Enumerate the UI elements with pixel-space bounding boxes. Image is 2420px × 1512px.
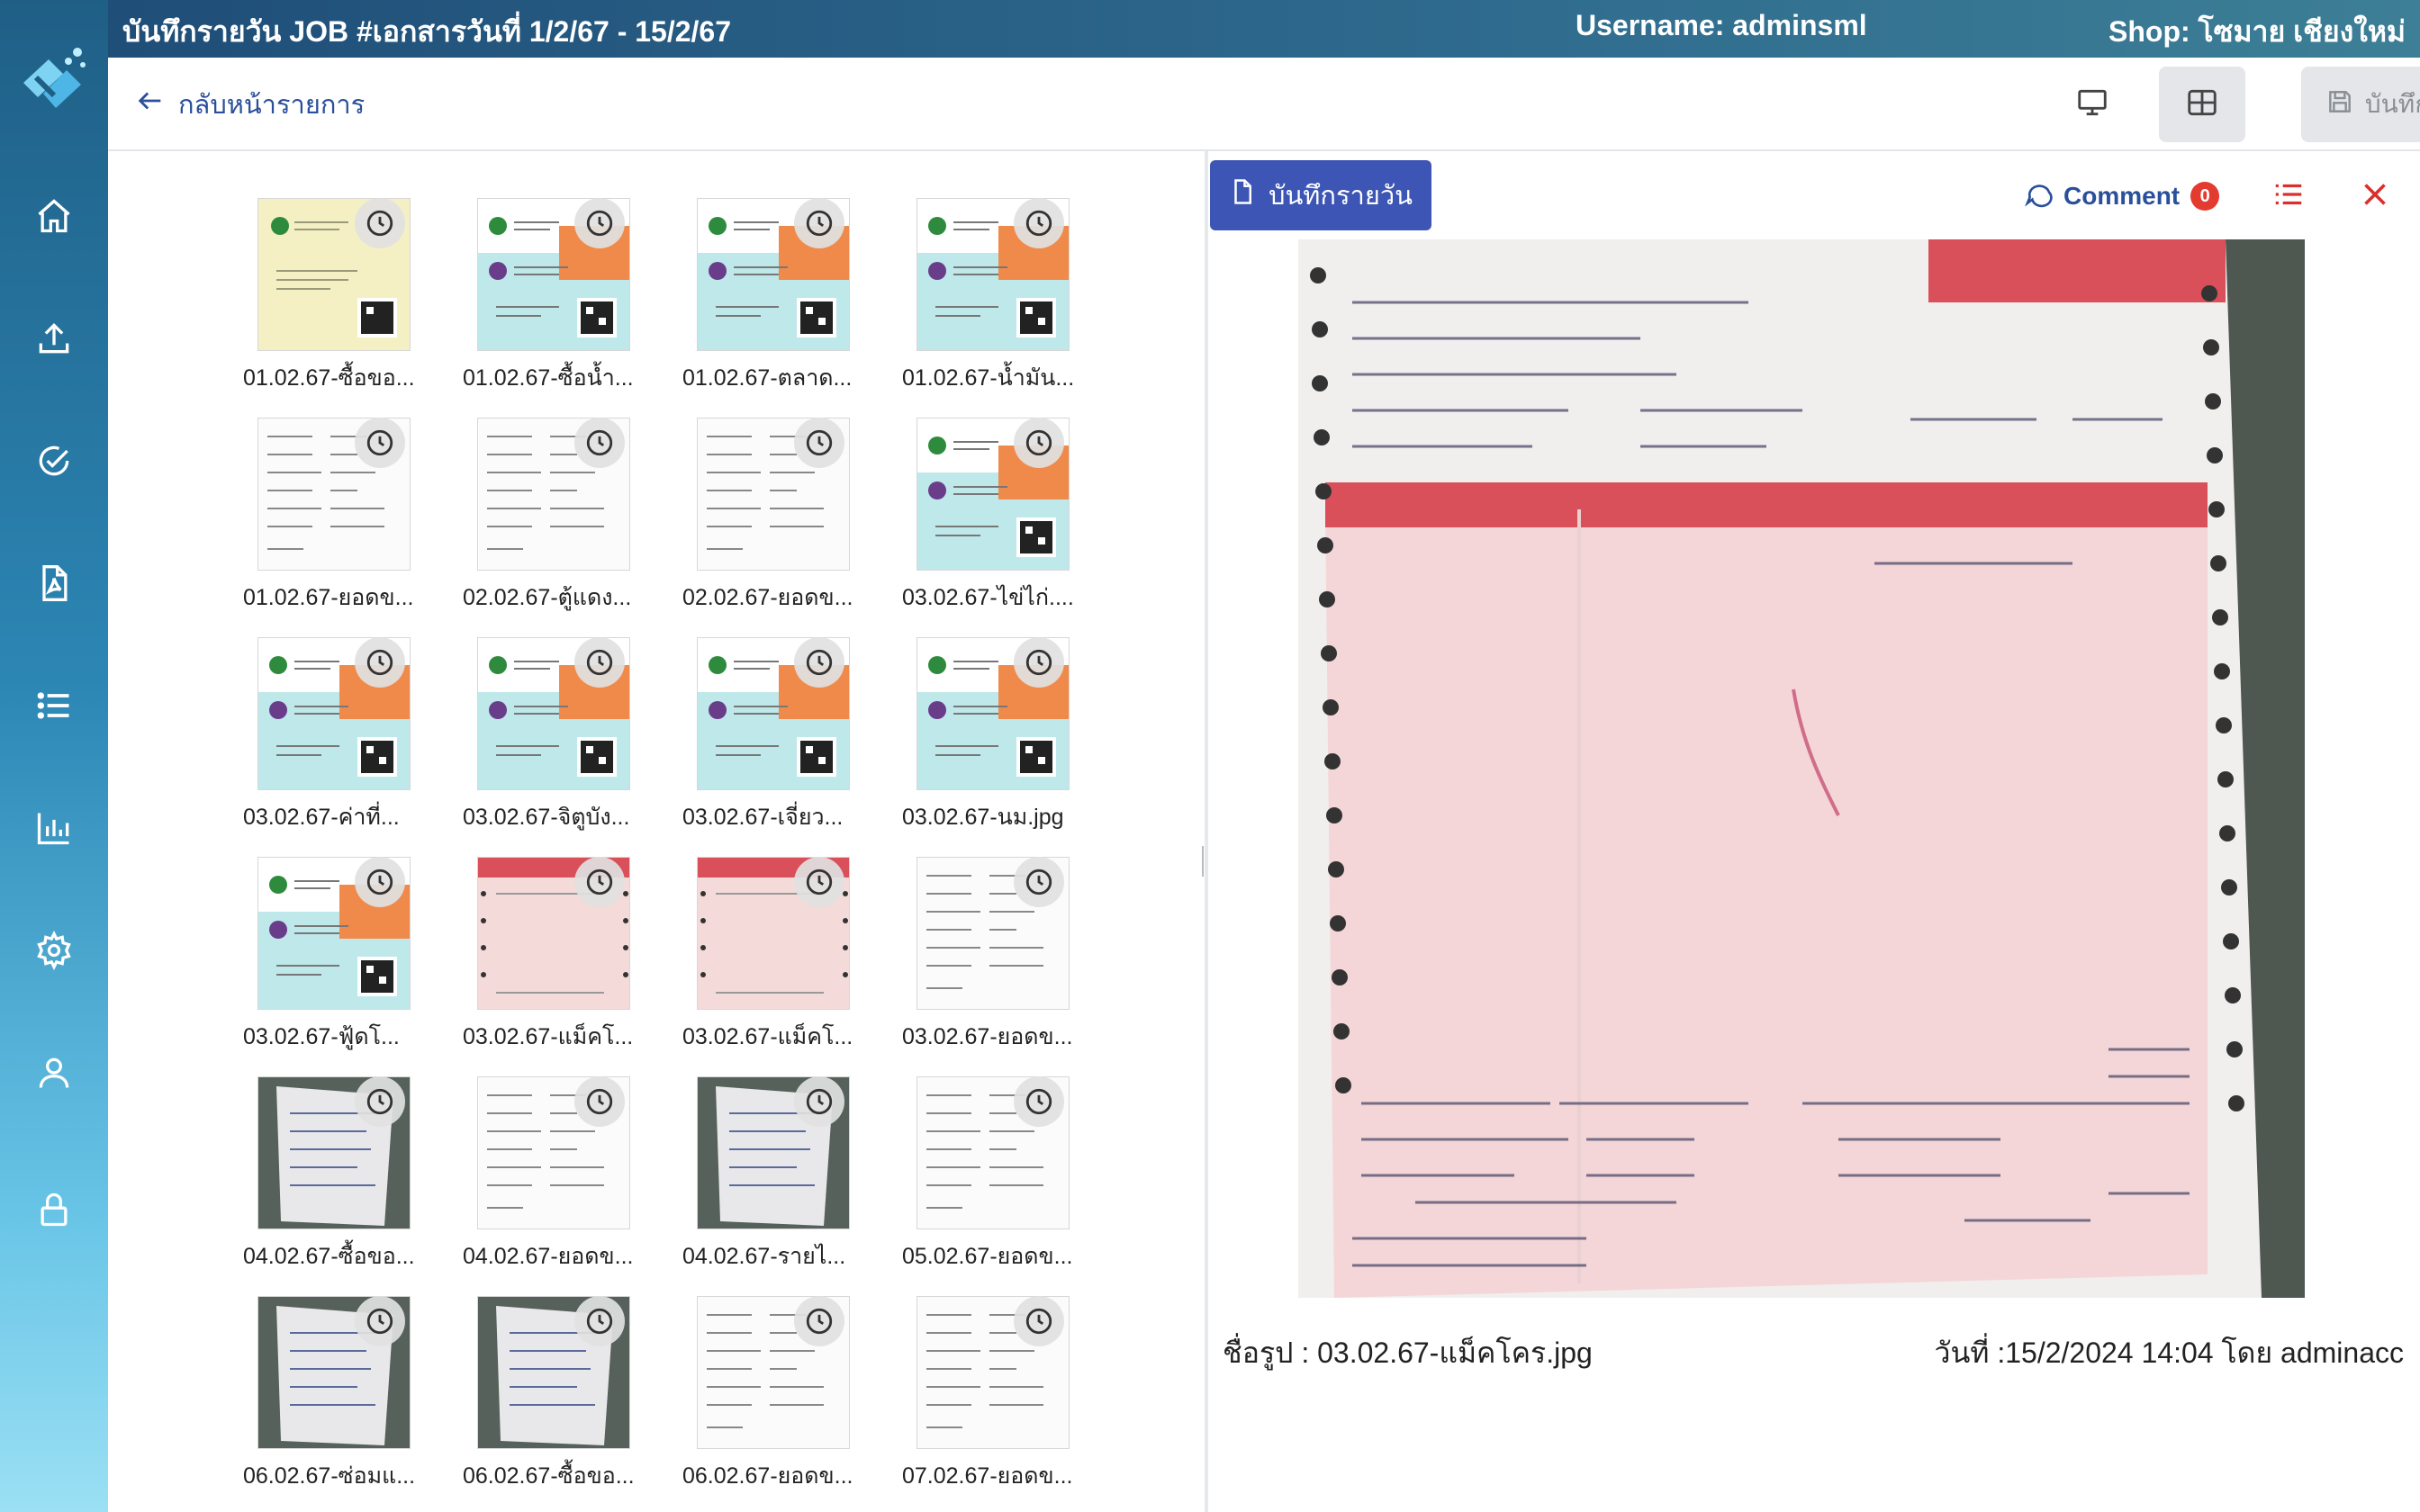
clock-icon[interactable] (355, 418, 405, 468)
home-icon[interactable] (27, 189, 81, 243)
clock-icon[interactable] (574, 637, 625, 688)
grid-icon (2185, 86, 2219, 123)
file-caption: 06.02.67-ซ่อมแ... (243, 1463, 416, 1489)
file-thumbnail[interactable]: 03.02.67-จิตูบัง... (452, 590, 650, 830)
receipt-image (1298, 239, 2305, 1298)
close-button[interactable] (2355, 176, 2395, 216)
clock-icon[interactable] (574, 1296, 625, 1346)
comment-button[interactable]: Comment 0 (2024, 176, 2220, 216)
username-label: Username: adminsml (1576, 9, 1867, 41)
clock-icon[interactable] (794, 857, 844, 907)
grid-view-button[interactable] (2159, 67, 2245, 142)
file-thumbnail[interactable]: 06.02.67-ซื้อขอ... (452, 1249, 650, 1489)
file-thumbnail[interactable]: 04.02.67-ยอดข... (452, 1030, 650, 1269)
comment-label: Comment (2063, 182, 2181, 210)
clock-icon[interactable] (355, 198, 405, 248)
close-icon (2359, 178, 2391, 214)
file-thumbnail[interactable]: 06.02.67-ซ่อมแ... (232, 1249, 430, 1489)
clock-icon[interactable] (355, 1296, 405, 1346)
back-label: กลับหน้ารายการ (178, 91, 366, 120)
clock-icon[interactable] (794, 637, 844, 688)
sidebar (0, 0, 108, 1512)
clock-icon[interactable] (355, 1076, 405, 1127)
file-thumbnail[interactable]: 03.02.67-ค่าที่... (232, 590, 430, 830)
clock-icon[interactable] (1014, 1076, 1064, 1127)
monitor-icon (2075, 86, 2109, 123)
clock-icon[interactable] (1014, 857, 1064, 907)
bar-chart-icon[interactable] (27, 801, 81, 855)
file-caption: 07.02.67-ยอดข... (902, 1463, 1073, 1489)
chat-icon (2024, 179, 2053, 214)
file-thumbnail[interactable]: 02.02.67-ตู้แดง... (452, 371, 650, 610)
desktop-view-button[interactable] (2051, 67, 2134, 142)
file-thumbnail[interactable]: 01.02.67-ซื้อขอ... (232, 151, 430, 391)
file-caption: 06.02.67-ซื้อขอ... (463, 1463, 635, 1489)
clock-icon[interactable] (1014, 418, 1064, 468)
file-grid: 01.02.67-ซื้อขอ... 01.02.67-ซื้อน้ำ... 01.… (108, 151, 1205, 1512)
clock-icon[interactable] (1014, 637, 1064, 688)
save-icon (2325, 87, 2354, 122)
clock-icon[interactable] (355, 857, 405, 907)
check-circle-icon[interactable] (27, 434, 81, 488)
back-link[interactable]: กลับหน้ารายการ (135, 81, 365, 128)
clock-icon[interactable] (1014, 198, 1064, 248)
clock-icon[interactable] (1014, 1296, 1064, 1346)
image-timestamp: วันที่ :15/2/2024 14:04 โดย adminacc (1934, 1336, 2405, 1369)
file-thumbnail[interactable]: 03.02.67-ฟู้ดโ... (232, 810, 430, 1049)
shop-label: Shop: โซมาย เชียงใหม่ (2108, 15, 2406, 48)
file-thumbnail[interactable]: 01.02.67-ซื้อน้ำ... (452, 151, 650, 391)
file-thumbnail[interactable]: 07.02.67-ยอดข... (891, 1249, 1089, 1489)
header-bar: บันทึกรายวัน JOB #เอกสารวันที่ 1/2/67 - … (108, 0, 2420, 58)
lock-icon[interactable] (27, 1183, 81, 1237)
comment-count-badge: 0 (2190, 182, 2220, 211)
file-thumbnail[interactable]: 03.02.67-ยอดข... (891, 810, 1089, 1049)
file-thumbnail[interactable]: 01.02.67-น้ำมัน... (891, 151, 1089, 391)
save-button[interactable]: บันทึก (2301, 67, 2420, 142)
toolbar: กลับหน้ารายการ บันทึก (108, 58, 2420, 151)
file-thumbnail[interactable]: 03.02.67-แม็คโ... (452, 810, 650, 1049)
clock-icon[interactable] (794, 1296, 844, 1346)
file-thumbnail[interactable]: 05.02.67-ยอดข... (891, 1030, 1089, 1269)
save-label: บันทึก (2364, 90, 2420, 118)
file-thumbnail[interactable]: 06.02.67-ยอดข... (672, 1249, 870, 1489)
clock-icon[interactable] (355, 637, 405, 688)
file-thumbnail[interactable]: 03.02.67-ไข่ไก่.... (891, 371, 1089, 610)
preview-panel: บันทึกรายวัน Comment 0 ชื่อรูป: 03.02.6… (1208, 151, 2420, 1512)
file-thumbnail[interactable]: 03.02.67-แม็คโ... (672, 810, 870, 1049)
user-icon[interactable] (27, 1046, 81, 1100)
document-icon (1229, 178, 1256, 212)
clock-icon[interactable] (574, 1076, 625, 1127)
clock-icon[interactable] (794, 1076, 844, 1127)
arrow-left-icon (135, 86, 166, 123)
file-thumbnail[interactable]: 01.02.67-ตลาด... (672, 151, 870, 391)
file-caption: 06.02.67-ยอดข... (682, 1463, 853, 1489)
gear-icon[interactable] (27, 923, 81, 977)
clock-icon[interactable] (794, 418, 844, 468)
file-thumbnail[interactable]: 03.02.67-เจี่ยว... (672, 590, 870, 830)
file-thumbnail[interactable]: 02.02.67-ยอดข... (672, 371, 870, 610)
list-icon[interactable] (27, 679, 81, 733)
clock-icon[interactable] (574, 857, 625, 907)
daily-record-label: บันทึกรายวัน (1269, 182, 1413, 211)
clock-icon[interactable] (794, 198, 844, 248)
file-thumbnail[interactable]: 03.02.67-นม.jpg (891, 590, 1089, 830)
clock-icon[interactable] (574, 198, 625, 248)
menu-list-button[interactable] (2269, 176, 2308, 216)
list-icon (2271, 177, 2306, 215)
file-thumbnail[interactable]: 04.02.67-ซื้อขอ... (232, 1030, 430, 1269)
file-thumbnail[interactable]: 01.02.67-ยอดข... (232, 371, 430, 610)
app-logo[interactable] (16, 40, 92, 121)
pdf-file-icon[interactable] (27, 556, 81, 610)
page-title: บันทึกรายวัน JOB #เอกสารวันที่ 1/2/67 - … (122, 15, 731, 48)
image-filename: ชื่อรูป : 03.02.67-แม็คโคร.jpg (1223, 1336, 1593, 1369)
clock-icon[interactable] (574, 418, 625, 468)
daily-record-button[interactable]: บันทึกรายวัน (1210, 160, 1431, 230)
file-thumbnail[interactable]: 04.02.67-รายไ... (672, 1030, 870, 1269)
upload-icon[interactable] (27, 311, 81, 365)
